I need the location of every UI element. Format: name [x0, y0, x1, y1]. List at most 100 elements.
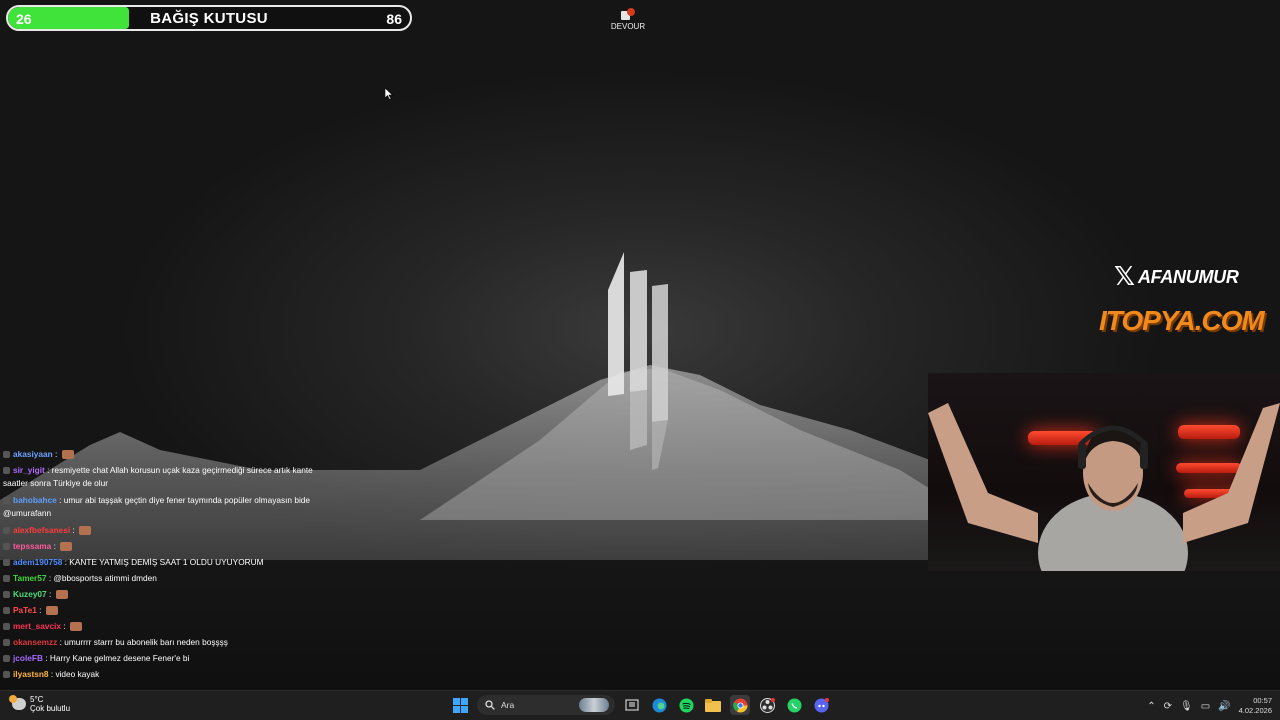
chat-username[interactable]: bahobahce [13, 495, 57, 505]
chat-badge-icon [3, 467, 10, 475]
chat-separator: : [51, 541, 59, 551]
chat-badge-icon [3, 559, 10, 567]
x-handle-overlay: 𝕏 AFANUMUR [1114, 264, 1239, 290]
taskbar-search-box[interactable]: Ara [477, 695, 615, 715]
chat-username[interactable]: tepssama [13, 541, 51, 551]
chat-message: adem190758 : KANTE YATMIŞ DEMİŞ SAAT 1 O… [0, 554, 328, 570]
chat-message: akasiyaan : [0, 446, 328, 462]
chevron-up-icon[interactable]: ⌃ [1147, 701, 1155, 712]
chat-username[interactable]: akasiyaan [13, 449, 53, 459]
cloudy-weather-icon [9, 695, 26, 710]
chat-badge-icon [3, 575, 10, 583]
chat-message: jcoleFB : Harry Kane gelmez desene Fener… [0, 650, 328, 666]
chat-text: Harry Kane gelmez desene Fener'e bi [49, 653, 190, 663]
chat-text: KANTE YATMIŞ DEMİŞ SAAT 1 OLDU UYUYORUM [69, 557, 264, 567]
streamer-figure [928, 403, 1280, 571]
chat-message: tepssama : [0, 538, 328, 554]
chat-username[interactable]: Kuzey07 [13, 589, 47, 599]
chat-badge-icon [3, 543, 10, 551]
chat-emote-image [45, 606, 58, 616]
chat-username[interactable]: sir_yigit [13, 465, 45, 475]
chat-emote-image [55, 590, 68, 600]
x-handle-name: AFANUMUR [1137, 266, 1239, 287]
desktop-wallpaper: 26 BAĞIŞ KUTUSU 86 DEVOUR 𝕏 AFANUMUR ITO… [0, 0, 1280, 690]
chat-badge-icon [3, 591, 10, 599]
obs-icon[interactable] [757, 695, 777, 715]
x-logo-icon: 𝕏 [1114, 262, 1135, 292]
chat-username[interactable]: Tamer57 [13, 573, 47, 583]
weather-widget[interactable]: 5°C Çok bulutlu [9, 695, 71, 713]
chat-username[interactable]: PaTe1 [13, 605, 37, 615]
clock-time: 00:57 [1253, 696, 1272, 705]
chat-separator: : [42, 653, 50, 663]
chat-separator: : [70, 525, 78, 535]
sync-icon[interactable]: ⟳ [1164, 701, 1172, 712]
system-tray: ⌃ ⟳ 🎙 ▭ 🔊 00:57 4.02.2026 [1147, 696, 1272, 716]
taskbar: 5°C Çok bulutlu Ara ⌃ ⟳ 🎙 ▭ 🔊 00:57 4.02… [0, 690, 1280, 720]
weather-description: Çok bulutlu [30, 704, 71, 713]
chat-emote-image [60, 542, 73, 552]
taskbar-apps: Ara [450, 695, 831, 715]
chat-username[interactable]: ilyastsn8 [13, 669, 49, 679]
chat-badge-icon [3, 497, 10, 505]
chat-separator: : [56, 495, 64, 505]
chat-text: umurrrr starrr bu abonelik barı neden bo… [64, 637, 228, 647]
discord-icon[interactable] [811, 695, 831, 715]
chat-message: okansemzz : umurrrr starrr bu abonelik b… [0, 634, 328, 650]
mouse-cursor-icon [385, 88, 393, 100]
file-explorer-icon[interactable] [703, 695, 723, 715]
chat-separator: : [46, 589, 54, 599]
chat-badge-icon [3, 451, 10, 459]
chat-emote-image [61, 450, 74, 460]
volume-icon[interactable]: 🔊 [1218, 701, 1230, 712]
chat-badge-icon [3, 639, 10, 647]
chat-badge-icon [3, 623, 10, 631]
edge-icon[interactable] [649, 695, 669, 715]
chat-username[interactable]: okansemzz [13, 637, 57, 647]
devour-game-icon [621, 8, 635, 20]
search-placeholder: Ara [501, 700, 515, 710]
chat-overlay: akasiyaan : sir_yigit : resmiyette chat … [0, 446, 328, 682]
search-highlight-image [579, 698, 609, 712]
chat-message: PaTe1 : [0, 602, 328, 618]
chat-emote-image [69, 622, 82, 632]
chat-message: mert_savcix : [0, 618, 328, 634]
chat-badge-icon [3, 607, 10, 615]
start-icon[interactable] [450, 695, 470, 715]
chat-username[interactable]: adem190758 [13, 557, 62, 567]
chat-emote-image [79, 526, 92, 536]
chat-separator: : [60, 621, 68, 631]
chat-username[interactable]: alexfbefsanesi [13, 525, 70, 535]
skrillex-logo-icon [608, 252, 668, 470]
devour-shortcut-label: DEVOUR [610, 22, 646, 31]
chat-badge-icon [3, 671, 10, 679]
network-icon[interactable]: ▭ [1201, 701, 1210, 712]
chat-text: video kayak [55, 669, 100, 679]
chat-message: bahobahce : umur abi taşşak geçtin diye … [0, 492, 328, 522]
search-icon [485, 700, 495, 710]
sponsor-logo: ITOPYA.COM [1099, 305, 1265, 336]
whatsapp-icon[interactable] [784, 695, 804, 715]
microphone-icon[interactable]: 🎙 [1180, 701, 1193, 712]
weather-temperature: 5°C [30, 695, 44, 704]
webcam-feed [928, 373, 1280, 571]
clock-date: 4.02.2026 [1238, 706, 1272, 715]
chat-message: ilyastsn8 : video kayak [0, 666, 328, 682]
chat-text: @bbosportss atimmi dmden [53, 573, 157, 583]
clock[interactable]: 00:57 4.02.2026 [1239, 696, 1272, 716]
donation-goal-value: 86 [386, 11, 402, 27]
chat-badge-icon [3, 527, 10, 535]
chat-username[interactable]: jcoleFB [13, 653, 43, 663]
donation-title: BAĞIŞ KUTUSU [150, 10, 268, 27]
chat-message: Tamer57 : @bbosportss atimmi dmden [0, 570, 328, 586]
chrome-icon[interactable] [730, 695, 750, 715]
spotify-icon[interactable] [676, 695, 696, 715]
chat-username[interactable]: mert_savcix [13, 621, 61, 631]
task-view-icon[interactable] [622, 695, 642, 715]
chat-separator: : [36, 605, 44, 615]
chat-message: sir_yigit : resmiyette chat Allah korusu… [0, 462, 328, 492]
chat-badge-icon [3, 655, 10, 663]
chat-separator: : [44, 465, 52, 475]
devour-desktop-shortcut[interactable]: DEVOUR [610, 6, 646, 31]
chat-message: Kuzey07 : [0, 586, 328, 602]
